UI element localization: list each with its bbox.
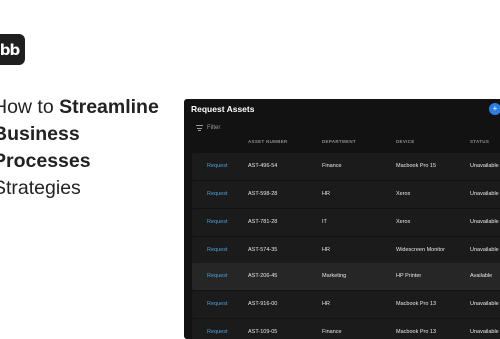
request-link[interactable]: Request — [207, 273, 228, 279]
request-assets-panel: Request Assets + Filter ASSET NUMBER DEP… — [184, 99, 500, 339]
table-row: Request AST-781-28 IT Xerox Unavailable — [192, 209, 500, 236]
table-row: Request AST-916-00 HR Macbook Pro 13 Una… — [192, 291, 500, 318]
device-cell: Widescreen Monitor — [396, 247, 445, 253]
table-row: Request AST-598-28 HR Xerox Unavailable — [192, 181, 500, 208]
department-cell: IT — [322, 219, 327, 225]
department-cell: Marketing — [322, 273, 347, 279]
request-link[interactable]: Request — [207, 247, 228, 253]
asset-number-cell: AST-781-28 — [248, 219, 278, 225]
brand-logo: bb — [0, 34, 25, 65]
department-cell: HR — [322, 247, 330, 253]
filter-button[interactable]: Filter — [196, 125, 220, 131]
status-cell: Unavailable — [470, 163, 499, 169]
filter-label: Filter — [207, 125, 221, 131]
headline-plain-text: How to — [0, 96, 54, 118]
request-link[interactable]: Request — [207, 191, 228, 197]
column-header-device: DEVICE — [396, 139, 415, 144]
device-cell: Xerox — [396, 219, 411, 225]
status-cell: Unavailable — [470, 301, 499, 307]
asset-number-cell: AST-496-54 — [248, 163, 278, 169]
device-cell: Macbook Pro 15 — [396, 163, 437, 169]
article-headline: How to Streamline Business Processes Str… — [0, 94, 178, 202]
headline-bold-text: Streamline — [59, 96, 159, 118]
status-cell: Unavailable — [470, 219, 499, 225]
column-header-status: STATUS — [470, 139, 490, 144]
device-cell: Xerox — [396, 191, 411, 197]
column-header-department: DEPARTMENT — [322, 139, 356, 144]
headline-line-2: Business Processes — [0, 123, 91, 172]
department-cell: HR — [322, 301, 330, 307]
device-cell: HP Printer — [396, 273, 422, 279]
department-cell: Finance — [322, 163, 342, 169]
request-link[interactable]: Request — [207, 219, 228, 225]
asset-number-cell: AST-206-45 — [248, 273, 278, 279]
panel-title: Request Assets — [191, 104, 255, 114]
table-row: Request AST-206-45 Marketing HP Printer … — [192, 263, 500, 290]
filter-icon — [196, 125, 203, 131]
department-cell: HR — [322, 191, 330, 197]
status-cell: Unavailable — [470, 247, 499, 253]
table-row: Request AST-109-05 Finance Macbook Pro 1… — [192, 319, 500, 339]
request-link[interactable]: Request — [207, 163, 228, 169]
request-link[interactable]: Request — [207, 301, 228, 307]
add-icon[interactable]: + — [489, 103, 500, 115]
status-cell: Unavailable — [470, 191, 499, 197]
headline-line-3: Strategies — [0, 177, 81, 199]
status-cell: Available — [470, 273, 493, 279]
asset-number-cell: AST-598-28 — [248, 191, 278, 197]
asset-number-cell: AST-574-35 — [248, 247, 278, 253]
headline-line-1: How to Streamline — [0, 94, 178, 121]
device-cell: Macbook Pro 13 — [396, 301, 437, 307]
column-header-asset-number: ASSET NUMBER — [248, 139, 288, 144]
table-row: Request AST-574-35 HR Widescreen Monitor… — [192, 237, 500, 264]
table-row: Request AST-496-54 Finance Macbook Pro 1… — [192, 153, 500, 180]
asset-number-cell: AST-916-00 — [248, 301, 278, 307]
table-header: ASSET NUMBER DEPARTMENT DEVICE STATUS — [184, 139, 500, 151]
